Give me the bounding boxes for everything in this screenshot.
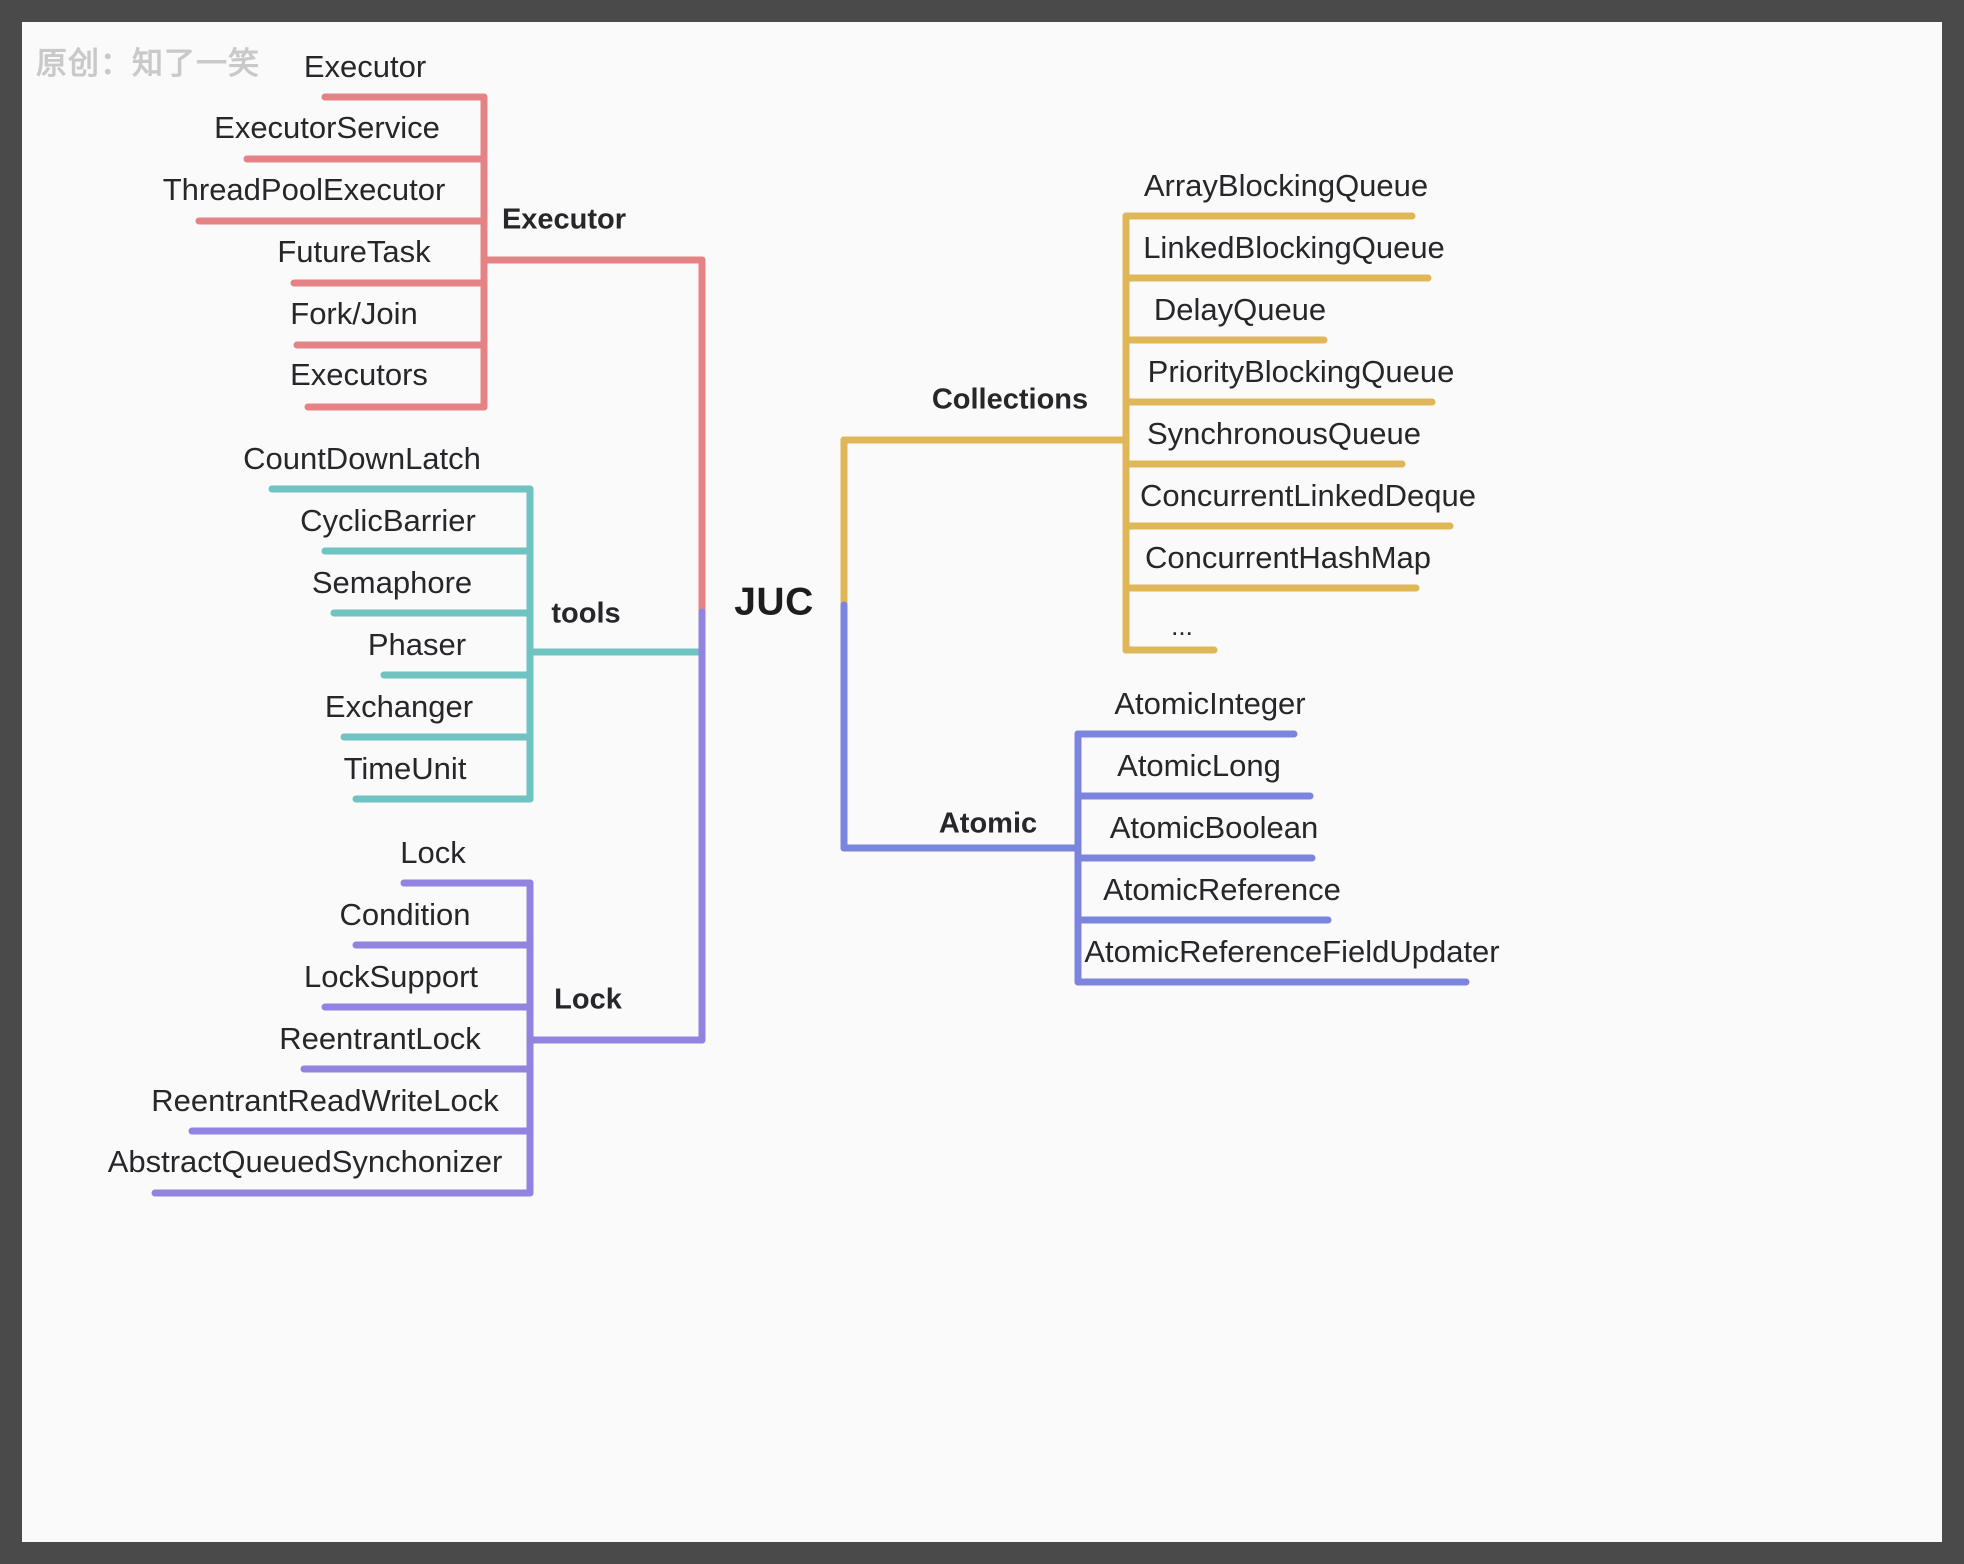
leaf-node[interactable]: DelayQueue [1154, 294, 1326, 325]
leaf-node[interactable]: Lock [400, 837, 465, 868]
branch-label-lock[interactable]: Lock [554, 985, 622, 1015]
leaf-node[interactable]: Executors [290, 359, 428, 390]
leaf-node[interactable]: Phaser [368, 629, 466, 660]
leaf-node[interactable]: SynchronousQueue [1147, 418, 1421, 449]
leaf-node[interactable]: Exchanger [325, 691, 473, 722]
branch-label-executor[interactable]: Executor [502, 205, 626, 235]
leaf-node[interactable]: ConcurrentHashMap [1145, 542, 1431, 573]
leaf-node[interactable]: Fork/Join [290, 298, 417, 329]
leaf-node[interactable]: PriorityBlockingQueue [1148, 356, 1455, 387]
leaf-node[interactable]: ArrayBlockingQueue [1144, 170, 1428, 201]
leaf-node[interactable]: Condition [340, 899, 471, 930]
leaf-node[interactable]: ReentrantReadWriteLock [151, 1085, 499, 1116]
leaf-node[interactable]: CyclicBarrier [300, 505, 476, 536]
leaf-node[interactable]: Executor [304, 51, 426, 82]
leaf-node[interactable]: Semaphore [312, 567, 472, 598]
leaf-node[interactable]: TimeUnit [344, 753, 467, 784]
leaf-node[interactable]: AtomicReferenceFieldUpdater [1084, 936, 1499, 967]
diagram-frame: 原创：知了一笑 JUC Executor tools Lock Collecti… [0, 0, 1964, 1564]
watermark-text: 原创：知了一笑 [36, 46, 260, 81]
branch-label-collections[interactable]: Collections [932, 385, 1088, 415]
leaf-node[interactable]: FutureTask [277, 236, 430, 267]
leaf-node[interactable]: ExecutorService [214, 112, 440, 143]
leaf-node[interactable]: AtomicBoolean [1110, 812, 1319, 843]
leaf-node[interactable]: ReentrantLock [279, 1023, 481, 1054]
branch-label-atomic[interactable]: Atomic [939, 809, 1037, 839]
leaf-node[interactable]: ThreadPoolExecutor [163, 174, 446, 205]
leaf-node[interactable]: AtomicLong [1117, 750, 1281, 781]
leaf-node[interactable]: CountDownLatch [243, 443, 481, 474]
leaf-node[interactable]: AtomicReference [1103, 874, 1341, 905]
branch-label-tools[interactable]: tools [551, 599, 620, 629]
leaf-node[interactable]: AbstractQueuedSynchonizer [108, 1146, 503, 1177]
mindmap-canvas: 原创：知了一笑 JUC Executor tools Lock Collecti… [22, 22, 1942, 1542]
leaf-node[interactable]: LinkedBlockingQueue [1143, 232, 1445, 263]
leaf-node[interactable]: AtomicInteger [1114, 688, 1305, 719]
leaf-node[interactable]: LockSupport [304, 961, 478, 992]
leaf-node[interactable]: ... [1171, 613, 1193, 639]
hub-node-juc[interactable]: JUC [734, 583, 814, 622]
leaf-node[interactable]: ConcurrentLinkedDeque [1140, 480, 1476, 511]
